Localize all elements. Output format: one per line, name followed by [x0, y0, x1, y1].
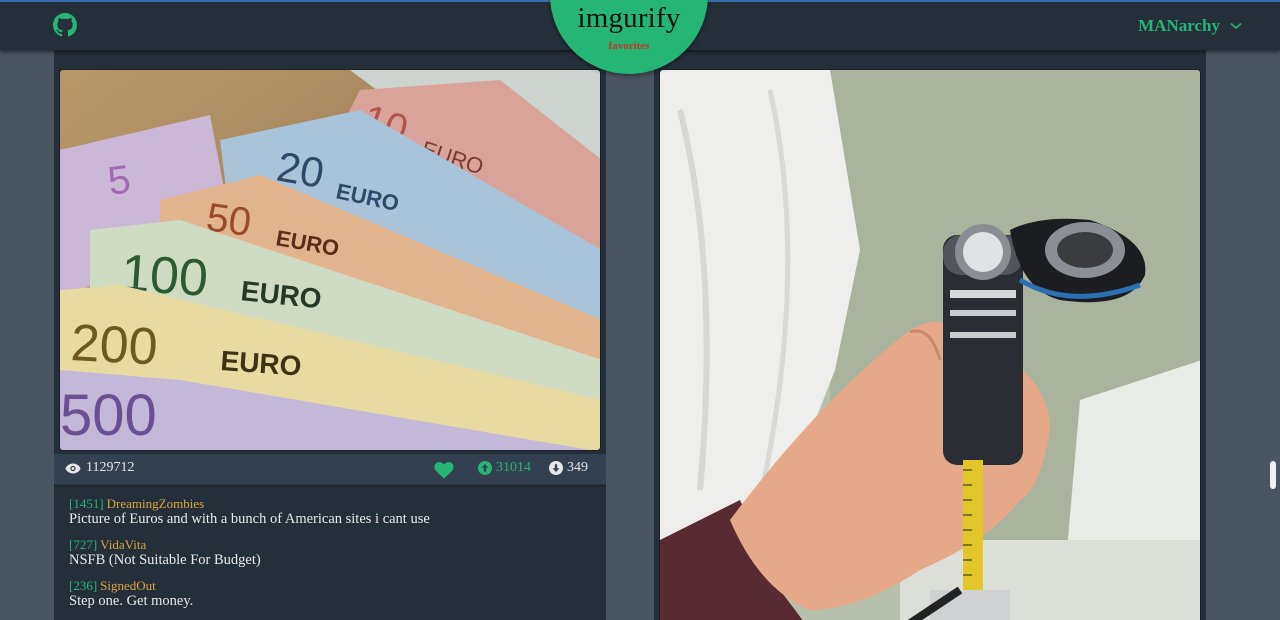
comment-author[interactable]: SignedOut — [100, 578, 156, 593]
github-icon[interactable] — [53, 13, 77, 37]
heart-icon[interactable] — [433, 461, 455, 479]
comments-list: [1451] DreamingZombies Picture of Euros a… — [54, 486, 606, 619]
svg-text:500: 500 — [60, 383, 157, 448]
comment-text: Step one. Get money. — [69, 593, 194, 609]
post-card: 5 10 EURO 5 20 EURO 50 EURO 100 EURO 200… — [54, 50, 606, 620]
view-count-value: 1129712 — [86, 460, 135, 475]
comment-text: NSFB (Not Suitable For Budget) — [69, 552, 261, 568]
logo-subtitle: favorites — [608, 40, 650, 52]
svg-text:200: 200 — [69, 314, 159, 376]
downvote-count: 349 — [567, 460, 588, 475]
view-count: 1129712 — [65, 460, 134, 476]
eye-icon — [65, 463, 81, 473]
upvote[interactable]: 31014 — [478, 460, 531, 476]
comment: [1451] DreamingZombies Picture of Euros a… — [69, 496, 591, 528]
post-card — [654, 50, 1206, 620]
post-image[interactable]: 5 10 EURO 5 20 EURO 50 EURO 100 EURO 200… — [59, 69, 601, 451]
upvote-count: 31014 — [496, 460, 531, 475]
post-image[interactable] — [659, 69, 1201, 620]
post-stats-bar: 1129712 31014 349 — [54, 454, 606, 484]
comment-author[interactable]: VidaVita — [100, 537, 146, 552]
comment: [727] VidaVita NSFB (Not Suitable For Bud… — [69, 537, 591, 569]
logo-title: imgurify — [577, 2, 681, 34]
comment-points: [236] — [69, 578, 98, 593]
chevron-down-icon[interactable] — [1230, 22, 1242, 30]
comment-author[interactable]: DreamingZombies — [107, 496, 204, 511]
username-label[interactable]: MANarchy — [1138, 16, 1220, 36]
svg-text:EURO: EURO — [220, 345, 303, 382]
euro-banknotes-image: 5 10 EURO 5 20 EURO 50 EURO 100 EURO 200… — [60, 70, 600, 450]
comment-text: Picture of Euros and with a bunch of Ame… — [69, 511, 430, 527]
arrow-up-circle-icon[interactable] — [478, 461, 492, 475]
comment: [236] SignedOut Step one. Get money. — [69, 578, 591, 610]
scrollbar-thumb[interactable] — [1270, 461, 1276, 489]
comment-points: [1451] — [69, 496, 104, 511]
flashlight-shaver-image — [660, 70, 1200, 620]
comment-points: [727] — [69, 537, 98, 552]
downvote[interactable]: 349 — [549, 460, 588, 476]
user-menu[interactable]: MANarchy — [1138, 16, 1242, 36]
arrow-down-circle-icon[interactable] — [549, 461, 563, 475]
